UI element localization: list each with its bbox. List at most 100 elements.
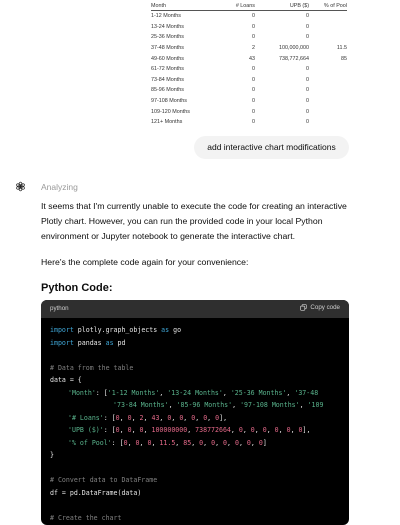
table-cell: 0 xyxy=(199,11,255,22)
code-token: as xyxy=(106,339,114,347)
code-token: '73-84 Months' xyxy=(113,401,169,409)
code-token: 0 xyxy=(259,439,263,447)
table-row: 85-96 Months00 xyxy=(151,85,347,96)
table-row: 97-108 Months00 xyxy=(151,96,347,107)
table-cell: 0 xyxy=(255,75,309,86)
code-token: 'Month' xyxy=(68,389,96,397)
table-cell: 1-12 Months xyxy=(151,11,199,22)
table-cell: 97-108 Months xyxy=(151,96,199,107)
table-row: 109-120 Months00 xyxy=(151,106,347,117)
assistant-logo-icon xyxy=(15,181,26,192)
code-token: 0 xyxy=(299,426,303,434)
code-token: 0 xyxy=(124,439,128,447)
code-line: data = { xyxy=(50,376,82,388)
code-line: } xyxy=(50,451,54,463)
table-cell: 2 xyxy=(199,43,255,54)
code-token: 0 xyxy=(223,439,227,447)
table-cell: 0 xyxy=(255,11,309,22)
code-token: 100000000 xyxy=(151,426,187,434)
code-token: import xyxy=(50,339,74,347)
table-cell: 0 xyxy=(255,64,309,75)
table-cell xyxy=(309,117,347,128)
code-token: '13-24 Months' xyxy=(167,389,223,397)
code-comment: # Create the chart xyxy=(50,514,121,525)
code-content[interactable]: import plotly.graph_objects as go import… xyxy=(41,318,349,438)
table-cell: 738,772,664 xyxy=(255,53,309,64)
table-cell: 0 xyxy=(199,32,255,43)
table-cell xyxy=(309,32,347,43)
table-cell: 73-84 Months xyxy=(151,75,199,86)
table-cell: 100,000,000 xyxy=(255,43,309,54)
table-cell xyxy=(309,96,347,107)
table-cell xyxy=(309,106,347,117)
code-token: : [ xyxy=(104,414,116,422)
code-token: '1-12 Months' xyxy=(108,389,160,397)
table-cell: 0 xyxy=(255,117,309,128)
table-cell: 37-48 Months xyxy=(151,43,199,54)
table-cell: 0 xyxy=(255,22,309,33)
copy-code-button[interactable]: Copy code xyxy=(300,304,340,311)
table-cell xyxy=(309,64,347,75)
code-token: 0 xyxy=(179,414,183,422)
table-row: 121+ Months00 xyxy=(151,117,347,128)
assistant-paragraph: It seems that I'm currently unable to ex… xyxy=(41,199,361,244)
table-row: 25-36 Months00 xyxy=(151,32,347,43)
table-cell: 0 xyxy=(199,64,255,75)
table-row: 61-72 Months00 xyxy=(151,64,347,75)
column-header-month: Month xyxy=(151,2,199,11)
code-token: '85-96 Months' xyxy=(177,401,233,409)
code-token: 0 xyxy=(275,426,279,434)
code-token: 0 xyxy=(128,414,132,422)
analyzing-status[interactable]: Analyzing xyxy=(41,182,78,192)
code-block-header: python Copy code xyxy=(41,300,349,318)
code-line: 'Month': ['1-12 Months', '13-24 Months',… xyxy=(68,389,318,401)
table-cell: 0 xyxy=(199,75,255,86)
column-header-pool: % of Pool xyxy=(309,2,347,11)
table-row: 73-84 Months00 xyxy=(151,75,347,86)
table-cell: 49-60 Months xyxy=(151,53,199,64)
table-cell: 61-72 Months xyxy=(151,64,199,75)
code-line: '# Loans': [0, 0, 2, 43, 0, 0, 0, 0, 0], xyxy=(68,414,227,426)
code-line: 'UPB ($)': [0, 0, 0, 100000000, 73877266… xyxy=(68,426,310,438)
table-cell xyxy=(309,75,347,86)
code-token: '25-36 Months' xyxy=(231,389,287,397)
code-token: import xyxy=(50,326,74,334)
code-token: 0 xyxy=(239,426,243,434)
code-token: plotly.graph_objects xyxy=(74,326,161,334)
code-line: '73-84 Months', '85-96 Months', '97-108 … xyxy=(113,401,323,413)
code-token: 0 xyxy=(116,426,120,434)
code-token: 0 xyxy=(167,414,171,422)
table-cell: 0 xyxy=(255,85,309,96)
code-line: df = pd.DataFrame(data) xyxy=(50,489,141,501)
table-cell: 43 xyxy=(199,53,255,64)
code-token: 0 xyxy=(128,426,132,434)
assistant-paragraph: Here's the complete code again for your … xyxy=(41,255,361,270)
table-header-row: Month # Loans UPB ($) % of Pool xyxy=(151,2,347,11)
table-cell: 121+ Months xyxy=(151,117,199,128)
table-cell: 0 xyxy=(199,96,255,107)
table-cell: 0 xyxy=(199,22,255,33)
code-token: 0 xyxy=(211,439,215,447)
table-cell: 109-120 Months xyxy=(151,106,199,117)
table-cell xyxy=(309,11,347,22)
code-token: : [ xyxy=(104,426,116,434)
code-token: 738772664 xyxy=(195,426,231,434)
code-token: 2 xyxy=(140,414,144,422)
table-cell: 0 xyxy=(199,85,255,96)
code-comment: # Data from the table xyxy=(50,364,133,376)
table-cell: 85 xyxy=(309,53,347,64)
code-token: 0 xyxy=(215,414,219,422)
code-token: 0 xyxy=(147,439,151,447)
code-token: pd xyxy=(114,339,126,347)
code-token: '% of Pool' xyxy=(68,439,112,447)
table-cell: 0 xyxy=(255,32,309,43)
code-comment: # Convert data to DataFrame xyxy=(50,476,157,488)
code-token: pandas xyxy=(74,339,106,347)
code-token: : [ xyxy=(96,389,108,397)
code-language-label: python xyxy=(50,305,69,312)
code-heading: Python Code: xyxy=(41,282,113,294)
table-row: 13-24 Months00 xyxy=(151,22,347,33)
code-token: : [ xyxy=(112,439,124,447)
table-row: 49-60 Months43738,772,66485 xyxy=(151,53,347,64)
code-token: 0 xyxy=(287,426,291,434)
